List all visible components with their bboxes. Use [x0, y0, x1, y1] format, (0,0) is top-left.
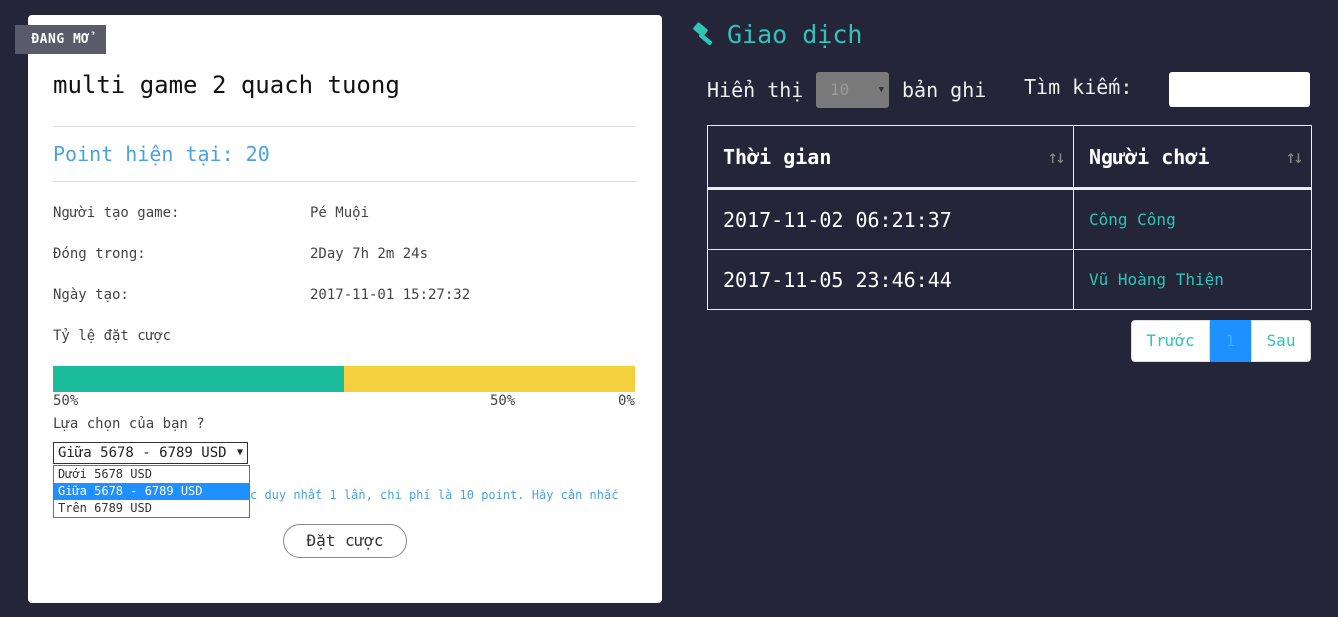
divider	[53, 181, 636, 182]
place-bet-button[interactable]: Đặt cược	[283, 524, 407, 558]
cell-player-link[interactable]: Vũ Hoàng Thiện	[1073, 249, 1312, 310]
search-label: Tìm kiếm:	[1024, 75, 1133, 99]
column-header-time[interactable]: Thời gian ↑↓	[707, 125, 1074, 190]
transactions-title: Giao dịch	[727, 19, 863, 49]
bet-ratio-right-segment	[344, 366, 635, 392]
bet-ratio-label: Tỷ lệ đặt cược	[53, 328, 172, 344]
current-point: Point hiện tại: 20	[53, 142, 270, 166]
choice-selected-value: Giữa 5678 - 6789 USD	[58, 445, 227, 461]
caret-down-icon: ▼	[236, 447, 243, 458]
game-title: multi game 2 quach tuong	[53, 71, 400, 99]
bet-ratio-end-percent: 0%	[618, 393, 635, 409]
records-label: bản ghi	[902, 78, 987, 102]
table-header-row: Thời gian ↑↓ Người chơi ↑↓	[707, 125, 1312, 190]
page-length-select[interactable]: 10 ▼	[816, 72, 889, 108]
pagination-page-button[interactable]: 1	[1210, 320, 1251, 362]
transactions-header: Giao dịch	[693, 18, 862, 50]
bet-ratio-left-percent: 50%	[53, 393, 79, 409]
pagination: Trước 1 Sau	[1131, 320, 1311, 362]
column-header-label: Người chơi	[1089, 144, 1210, 169]
table-row: 2017-11-02 06:21:37 Công Công	[707, 188, 1312, 250]
caret-down-icon: ▼	[878, 85, 884, 95]
creator-value: Pé Muội	[310, 205, 370, 221]
sort-icon: ↑↓	[1285, 147, 1304, 168]
bet-ratio-bar	[53, 366, 635, 392]
column-header-player[interactable]: Người chơi ↑↓	[1073, 125, 1312, 190]
closes-label: Đóng trong:	[53, 246, 146, 262]
bet-ratio-right-percent: 50%	[490, 393, 516, 409]
table-row: 2017-11-05 23:46:44 Vũ Hoàng Thiện	[707, 249, 1312, 310]
choice-dropdown-list: Dưới 5678 USD Giữa 5678 - 6789 USD Trên …	[53, 465, 250, 518]
bet-ratio-left-segment	[53, 366, 344, 392]
page-length-value: 10	[830, 80, 850, 99]
cell-time: 2017-11-05 23:46:44	[707, 249, 1074, 310]
sort-icon: ↑↓	[1047, 147, 1066, 168]
gavel-icon	[693, 22, 713, 46]
choice-question: Lựa chọn của bạn ?	[53, 416, 205, 432]
pagination-next-button[interactable]: Sau	[1251, 320, 1311, 362]
creator-label: Người tạo game:	[53, 205, 180, 221]
choice-option[interactable]: Giữa 5678 - 6789 USD	[54, 483, 249, 500]
cell-player-link[interactable]: Công Công	[1073, 188, 1312, 250]
choice-option[interactable]: Dưới 5678 USD	[54, 466, 249, 483]
choice-option[interactable]: Trên 6789 USD	[54, 500, 249, 517]
transactions-table: Thời gian ↑↓ Người chơi ↑↓ 2017-11-02 06…	[707, 125, 1312, 310]
column-header-label: Thời gian	[723, 144, 832, 169]
status-badge: ĐANG MỞ	[15, 25, 106, 54]
bet-cost-note: c duy nhất 1 lần, chi phí là 10 point. H…	[250, 488, 619, 502]
closes-value: 2Day 7h 2m 24s	[310, 246, 429, 262]
cell-time: 2017-11-02 06:21:37	[707, 188, 1074, 250]
pagination-prev-button[interactable]: Trước	[1131, 320, 1210, 362]
divider	[53, 126, 636, 127]
choice-select[interactable]: Giữa 5678 - 6789 USD ▼	[53, 442, 248, 464]
created-value: 2017-11-01 15:27:32	[310, 287, 471, 303]
search-input[interactable]	[1169, 72, 1310, 107]
show-label: Hiển thị	[707, 78, 804, 102]
created-label: Ngày tạo:	[53, 287, 129, 303]
